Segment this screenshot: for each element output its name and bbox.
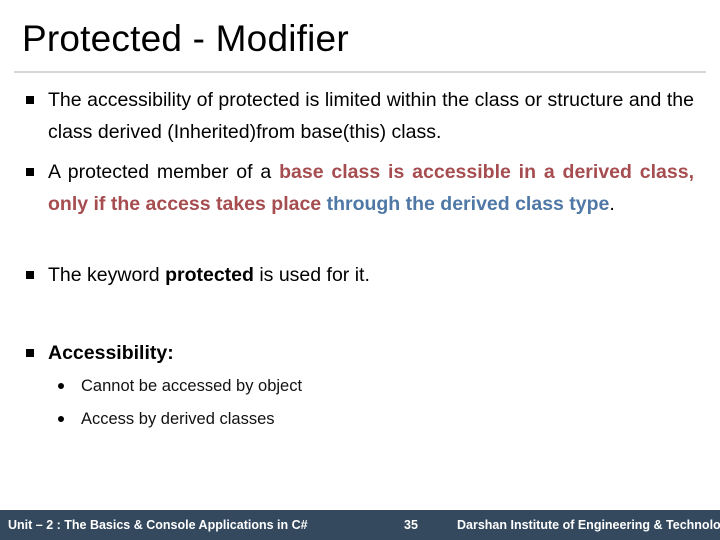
bullet-text: The keyword protected is used for it.: [48, 259, 694, 291]
sub-bullet-text: Cannot be accessed by object: [81, 377, 303, 395]
sub-bullet-text: Access by derived classes: [81, 410, 275, 428]
round-bullet-icon: [58, 416, 64, 422]
sub-bullet-item: Access by derived classes: [58, 408, 275, 430]
square-bullet-icon: [26, 168, 34, 176]
text-segment: The keyword: [48, 264, 166, 286]
footer-unit-title: Unit – 2 : The Basics & Console Applicat…: [8, 518, 308, 532]
square-bullet-icon: [26, 349, 34, 357]
text-segment: .: [609, 193, 615, 215]
square-bullet-icon: [26, 271, 34, 279]
bullet-accessibility-heading: Accessibility:: [22, 337, 694, 369]
slide-footer: Unit – 2 : The Basics & Console Applicat…: [0, 510, 720, 540]
bullet-text: Accessibility:: [48, 342, 174, 364]
slide-title: Protected - Modifier: [22, 18, 349, 59]
keyword-text: protected: [165, 264, 254, 286]
footer-page-number: 35: [404, 518, 418, 532]
text-segment: A protected member of a: [48, 161, 280, 183]
text-segment: is used for it.: [253, 264, 370, 286]
square-bullet-icon: [26, 96, 34, 104]
bullet-text: A protected member of a base class is ac…: [48, 156, 694, 220]
bullet-protected-member: A protected member of a base class is ac…: [22, 156, 694, 220]
bullet-keyword: The keyword protected is used for it.: [22, 259, 694, 291]
text-segment: The accessibility of protected is limite…: [48, 89, 694, 143]
sub-bullet-item: Cannot be accessed by object: [58, 375, 302, 397]
bullet-accessibility-scope: The accessibility of protected is limite…: [22, 84, 694, 148]
round-bullet-icon: [58, 383, 64, 389]
footer-institute: Darshan Institute of Engineering & Techn…: [457, 518, 720, 532]
bullet-text: The accessibility of protected is limite…: [48, 84, 694, 148]
title-divider: [14, 71, 706, 73]
highlight-blue-text: through the derived class type: [326, 193, 610, 215]
